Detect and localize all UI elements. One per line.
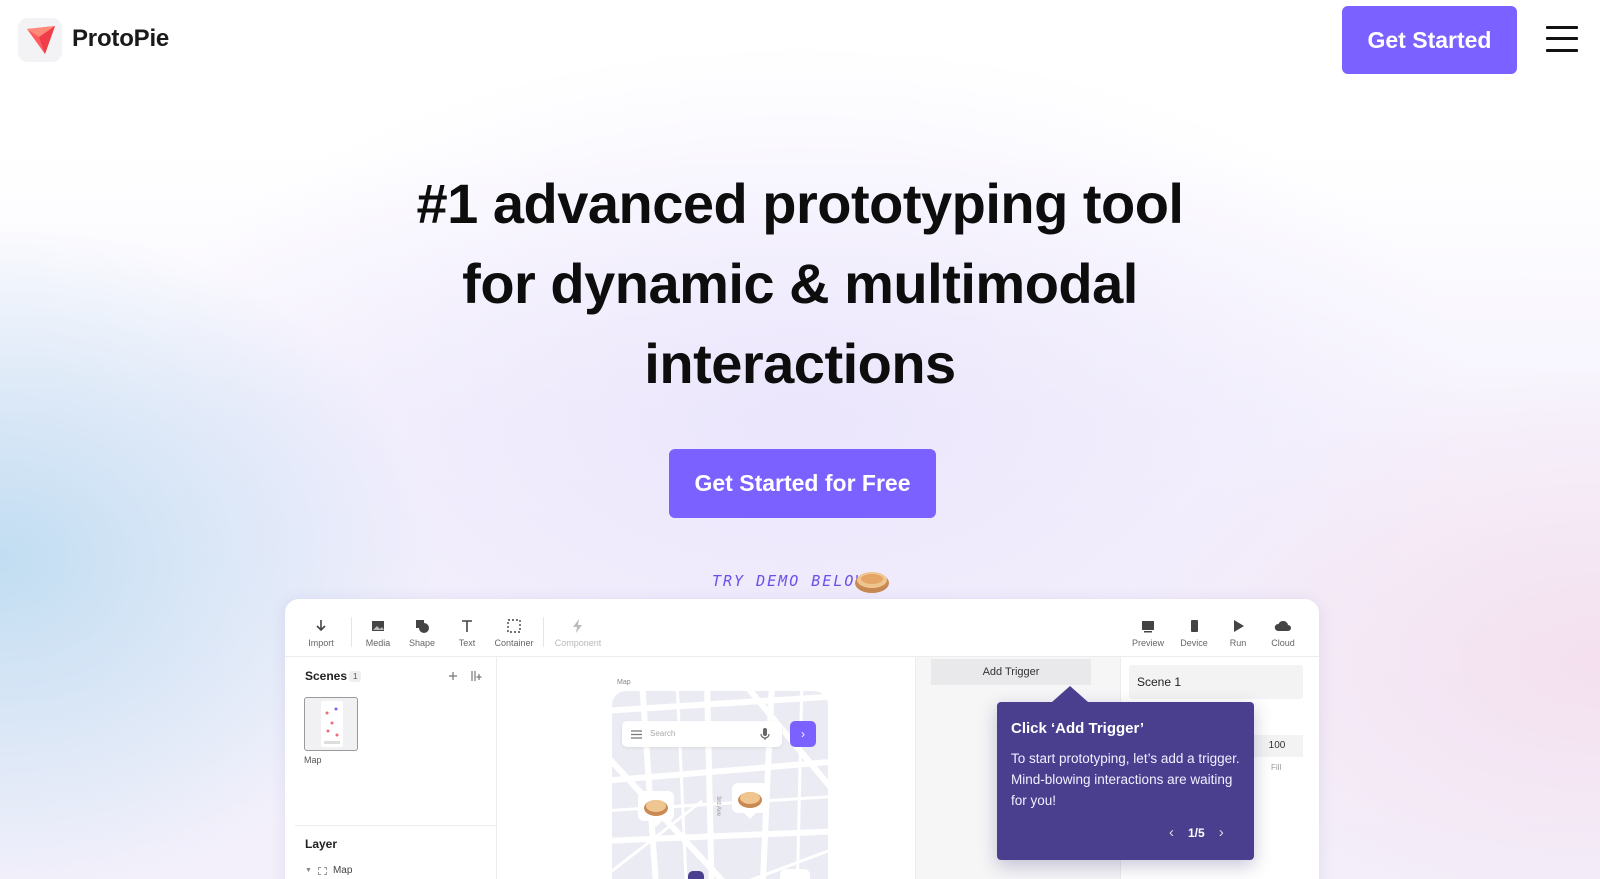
tooltip-body: To start prototyping, let’s add a trigge… (1011, 751, 1240, 808)
map-pin-pie-icon[interactable] (780, 869, 810, 879)
component-icon (573, 619, 582, 633)
import-label: Import (308, 638, 334, 648)
opacity-field[interactable]: 100 (1251, 735, 1303, 757)
headline-line-2: for dynamic & multimodal (462, 252, 1138, 315)
map-pin-pie-icon[interactable] (638, 791, 674, 829)
add-trigger-button[interactable]: Add Trigger (931, 659, 1091, 685)
add-scene-icon[interactable] (448, 671, 458, 681)
design-canvas[interactable]: Map Search › 3rd Ave (497, 657, 915, 879)
microphone-icon[interactable] (760, 727, 770, 741)
hamburger-menu-icon[interactable] (1546, 24, 1578, 54)
scene-view-toggle-icon[interactable] (470, 670, 482, 682)
run-icon (1234, 620, 1244, 632)
map-streets (612, 691, 828, 879)
search-go-button[interactable]: › (790, 721, 816, 747)
toolbar-divider (543, 617, 544, 647)
scene-thumbnail-preview (321, 701, 343, 747)
fill-label: Fill (1271, 763, 1282, 772)
component-tool[interactable]: Component (551, 617, 605, 648)
layer-title: Layer (305, 837, 338, 851)
editor-toolbar: Import Media Shape Text Container Compon… (285, 599, 1319, 657)
search-placeholder: Search (650, 729, 676, 738)
cloud-label: Cloud (1271, 638, 1295, 648)
pie-icon (855, 572, 889, 593)
cloud-tool[interactable]: Cloud (1256, 617, 1310, 648)
hero-headline: #1 advanced prototyping tool for dynamic… (300, 164, 1300, 404)
chevron-left-icon[interactable]: ‹ (1169, 824, 1174, 841)
panel-divider (295, 825, 497, 826)
map-search-bar[interactable]: Search (622, 721, 782, 747)
device-icon (1191, 620, 1198, 632)
preview-icon (1142, 621, 1154, 633)
cloud-icon (1274, 620, 1291, 631)
headline-line-3: interactions (644, 332, 956, 395)
import-tool[interactable]: Import (294, 617, 348, 648)
chevron-right-icon[interactable]: › (1219, 824, 1224, 841)
container-tool[interactable]: Container (487, 617, 541, 648)
layer-item[interactable]: ▼ Map (305, 865, 352, 876)
shape-icon (416, 620, 429, 633)
road-label: 3rd Ave (715, 795, 722, 817)
hero-section: #1 advanced prototyping tool for dynamic… (300, 164, 1300, 404)
tooltip-title: Click ‘Add Trigger’ (1011, 720, 1145, 737)
map-frame[interactable]: Search › 3rd Ave (612, 691, 828, 879)
text-tool[interactable]: Text (440, 617, 494, 648)
chevron-down-icon[interactable]: ▼ (305, 867, 312, 874)
landing-page: ProtoPie Get Started #1 advanced prototy… (0, 0, 1600, 879)
user-location-icon (688, 871, 704, 879)
text-label: Text (458, 638, 476, 648)
scene-count-badge: 1 (349, 671, 362, 682)
menu-icon[interactable] (631, 730, 642, 739)
container-icon (507, 619, 521, 633)
try-demo-label: TRY DEMO BELOW (712, 572, 867, 590)
map-preview-icon (324, 707, 340, 744)
scene-name-field[interactable]: Scene 1 (1129, 665, 1303, 699)
scene-thumbnail[interactable] (304, 697, 358, 751)
frame-label: Map (617, 679, 631, 686)
get-started-free-button[interactable]: Get Started for Free (669, 449, 936, 518)
get-started-button[interactable]: Get Started (1342, 6, 1517, 74)
site-header: ProtoPie Get Started (0, 0, 1600, 80)
protopie-logo-icon (27, 26, 55, 54)
map-pin-pie-icon[interactable] (732, 783, 768, 821)
container-label: Container (494, 638, 534, 648)
tooltip-page-indicator: 1/5 (1188, 825, 1205, 840)
onboarding-tooltip: Click ‘Add Trigger’ To start prototyping… (997, 686, 1254, 860)
media-icon (372, 621, 384, 631)
tooltip-pager: ‹ 1/5 › (1169, 824, 1224, 841)
component-label: Component (554, 638, 602, 648)
container-layer-icon (317, 866, 327, 875)
protopie-logo[interactable] (18, 18, 62, 62)
scenes-layers-panel: Scenes 1 Map Layer ▼ Map (285, 657, 497, 879)
layer-item-label: Map (332, 865, 353, 876)
scenes-title: Scenes (305, 669, 348, 683)
text-icon (462, 620, 472, 632)
headline-line-1: #1 advanced prototyping tool (416, 172, 1184, 235)
brand-name[interactable]: ProtoPie (72, 25, 169, 53)
scene-name-label: Map (304, 755, 322, 765)
import-icon (316, 620, 326, 632)
